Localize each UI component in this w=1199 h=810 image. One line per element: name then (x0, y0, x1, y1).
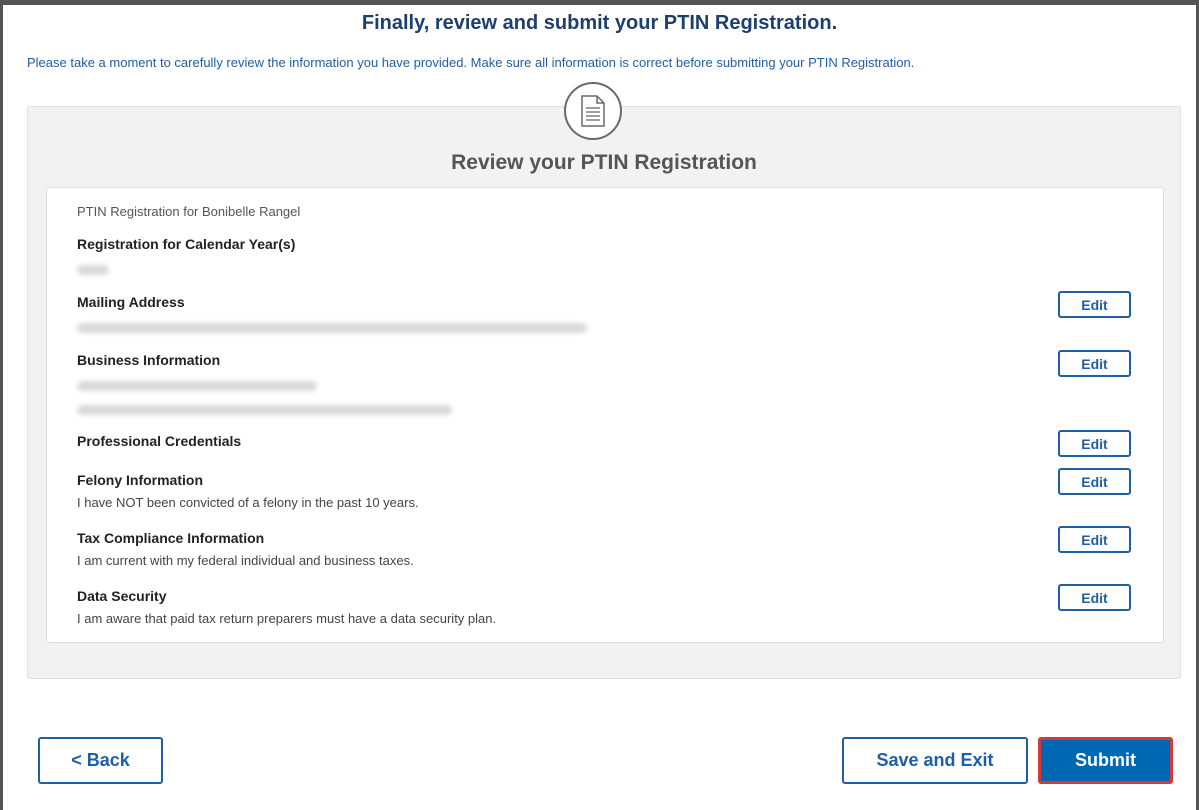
back-button[interactable]: < Back (38, 737, 163, 784)
redacted-calendar-years (77, 265, 109, 275)
submit-button[interactable]: Submit (1038, 737, 1173, 784)
data-security-title: Data Security (77, 588, 167, 604)
calendar-years-title: Registration for Calendar Year(s) (77, 236, 296, 252)
tax-compliance-title: Tax Compliance Information (77, 530, 265, 546)
page-title: Finally, review and submit your PTIN Reg… (361, 12, 838, 34)
edit-professional-credentials-button[interactable]: Edit (1058, 430, 1131, 457)
document-icon (564, 82, 622, 140)
edit-data-security-button[interactable]: Edit (1058, 584, 1131, 611)
redacted-mailing-address (77, 323, 587, 333)
registration-owner: PTIN Registration for Bonibelle Rangel (77, 204, 301, 219)
save-and-exit-button[interactable]: Save and Exit (842, 737, 1028, 784)
felony-information-text: I have NOT been convicted of a felony in… (77, 495, 419, 510)
registration-summary-card: PTIN Registration for Bonibelle Rangel R… (46, 187, 1164, 643)
review-panel: Review your PTIN Registration PTIN Regis… (27, 82, 1181, 679)
review-heading: Review your PTIN Registration (451, 151, 757, 174)
edit-felony-information-button[interactable]: Edit (1058, 468, 1131, 495)
data-security-text: I am aware that paid tax return preparer… (77, 611, 497, 626)
edit-tax-compliance-button[interactable]: Edit (1058, 526, 1131, 553)
felony-information-title: Felony Information (77, 472, 203, 488)
mailing-address-title: Mailing Address (77, 294, 185, 310)
intro-text: Please take a moment to carefully review… (27, 55, 915, 70)
tax-compliance-text: I am current with my federal individual … (77, 553, 414, 568)
business-information-title: Business Information (77, 352, 221, 368)
edit-mailing-address-button[interactable]: Edit (1058, 291, 1131, 318)
redacted-business-address (77, 405, 452, 415)
edit-business-information-button[interactable]: Edit (1058, 350, 1131, 377)
professional-credentials-title: Professional Credentials (77, 433, 242, 449)
redacted-business-name (77, 381, 317, 391)
